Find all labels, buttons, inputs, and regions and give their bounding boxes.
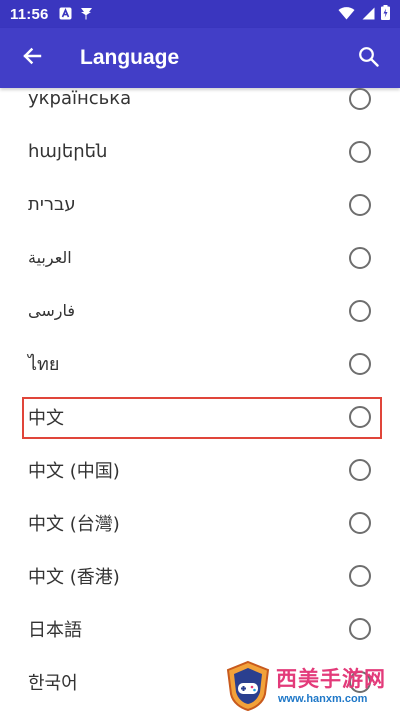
watermark-url: www.hanxm.com	[278, 693, 368, 705]
notification-a-icon	[59, 5, 72, 24]
radio-button[interactable]	[349, 246, 371, 269]
language-label: 中文 (香港)	[28, 566, 120, 588]
status-system-icons	[338, 4, 390, 24]
language-label: العربية	[28, 248, 72, 267]
radio-button[interactable]	[349, 352, 371, 375]
language-item-persian[interactable]: فارسی	[0, 284, 400, 337]
language-item-armenian[interactable]: հայերեն	[0, 125, 400, 178]
watermark-text: 西美手游网 www.hanxm.com	[276, 666, 386, 706]
language-label: հայերեն	[28, 141, 108, 162]
radio-button[interactable]	[349, 299, 371, 322]
page-title: Language	[80, 46, 180, 69]
signal-icon	[361, 5, 375, 24]
back-button[interactable]	[4, 28, 60, 88]
watermark-title: 西美手游网	[276, 667, 386, 691]
search-button[interactable]	[340, 28, 396, 88]
radio-button[interactable]	[349, 140, 371, 163]
language-list[interactable]: українська հայերեն עברית العربية فارسی ไ…	[0, 88, 400, 712]
radio-button[interactable]	[349, 405, 371, 428]
language-label: українська	[28, 88, 132, 109]
wifi-icon	[338, 5, 355, 24]
language-item-thai[interactable]: ไทย	[0, 337, 400, 390]
language-item-arabic[interactable]: العربية	[0, 231, 400, 284]
language-item-japanese[interactable]: 日本語	[0, 602, 400, 655]
language-item-chinese-taiwan[interactable]: 中文 (台灣)	[0, 496, 400, 549]
language-item-chinese-hongkong[interactable]: 中文 (香港)	[0, 549, 400, 602]
arrow-back-icon	[22, 46, 42, 70]
language-item-chinese[interactable]: 中文	[0, 390, 400, 443]
radio-button[interactable]	[349, 193, 371, 216]
app-bar: Language	[0, 28, 400, 88]
language-label: 中文 (台灣)	[28, 513, 120, 535]
language-label: עברית	[28, 194, 76, 215]
language-label: 中文 (中国)	[28, 460, 120, 482]
language-label: ไทย	[28, 354, 60, 375]
language-item-hebrew[interactable]: עברית	[0, 178, 400, 231]
status-bar: 11:56	[0, 0, 400, 28]
radio-button[interactable]	[349, 511, 371, 534]
language-list-content: українська հայերեն עברית العربية فارسی ไ…	[0, 88, 400, 708]
language-label: 中文	[28, 407, 64, 429]
language-label: 日本語	[28, 619, 82, 641]
language-label: فارسی	[28, 301, 75, 320]
search-icon	[358, 46, 379, 71]
status-time: 11:56	[10, 5, 49, 23]
shield-gamepad-logo-icon	[224, 660, 272, 712]
status-notification-icons	[59, 5, 93, 24]
language-item-ukrainian[interactable]: українська	[0, 88, 400, 125]
pin-icon	[80, 5, 93, 24]
battery-charging-icon	[381, 4, 390, 24]
language-item-chinese-china[interactable]: 中文 (中国)	[0, 443, 400, 496]
language-label: 한국어	[28, 672, 78, 694]
watermark: 西美手游网 www.hanxm.com	[224, 660, 400, 712]
radio-button[interactable]	[349, 458, 371, 481]
radio-button[interactable]	[349, 564, 371, 587]
radio-button[interactable]	[349, 617, 371, 640]
radio-button[interactable]	[349, 88, 371, 110]
